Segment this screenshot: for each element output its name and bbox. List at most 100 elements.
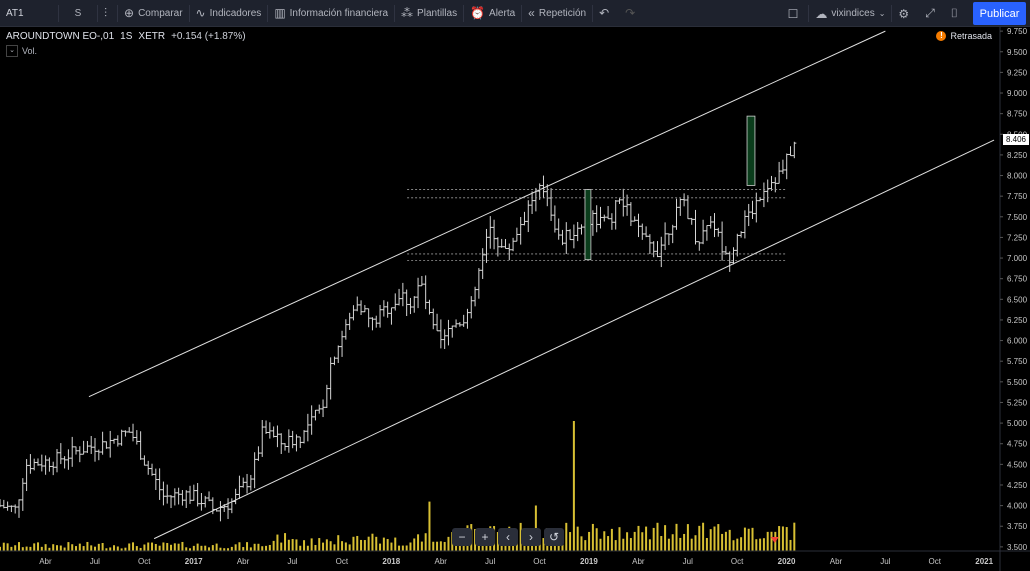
snapshot-button[interactable]: ⌷ [945, 0, 968, 27]
publish-button[interactable]: Publicar [973, 2, 1026, 25]
volume-bar [360, 539, 363, 551]
price-tick-label: 4.750 [1007, 440, 1028, 449]
volume-bar [572, 421, 575, 551]
volume-bar [743, 527, 746, 551]
upper-channel-line [88, 30, 886, 398]
volume-bar [363, 540, 366, 551]
settings-button[interactable]: ⚙ [892, 0, 919, 27]
gear-icon: ⚙ [898, 6, 910, 21]
volume-bar [192, 545, 195, 551]
time-tick-label: Abr [434, 557, 447, 566]
last-price-tag: 8.406 [1003, 134, 1029, 145]
time-axis[interactable]: Abr Jul Oct 2017 Abr Jul Oct 2018 Abr Jul Oct 2019 A… [0, 550, 1030, 566]
replay-icon: « [528, 6, 535, 20]
volume-bar [337, 535, 340, 551]
time-tick-label: 2021 [975, 557, 993, 566]
compare-button[interactable]: ⊕ Comparar [118, 0, 189, 27]
alert-button[interactable]: ⏰ Alerta [464, 0, 521, 27]
price-tick-label: 5.250 [1007, 398, 1028, 407]
indicators-button[interactable]: ∿ Indicadores [190, 0, 268, 27]
scroll-right-button[interactable]: › [521, 528, 541, 546]
expand-button[interactable]: ⤢ [919, 0, 945, 27]
volume-bar [14, 545, 17, 551]
volume-bar [265, 545, 268, 551]
volume-bar [705, 537, 708, 551]
chevron-down-icon[interactable]: ⌄ [6, 45, 18, 57]
templates-button[interactable]: ⁂ Plantillas [395, 0, 463, 27]
layout-selector[interactable]: ☁ vixindices ⌄ [809, 0, 891, 27]
replay-button[interactable]: «Repetición [522, 0, 592, 27]
volume-bar [671, 534, 674, 551]
time-tick-label: 2020 [778, 557, 796, 566]
time-tick-label: Jul [683, 557, 693, 566]
legend-interval: 1S [120, 31, 133, 42]
price-tick-label: 3.750 [1007, 522, 1028, 531]
price-tick-label: 7.500 [1007, 213, 1028, 222]
volume-bar [736, 538, 739, 551]
financials-button[interactable]: ▥ Información financiera [268, 0, 394, 27]
volume-bar [420, 541, 423, 551]
volume-bar [52, 544, 55, 551]
interval-button[interactable]: S [59, 0, 97, 27]
price-chart[interactable]: 9.7509.5009.2509.0008.7508.5008.2508.000… [0, 27, 1030, 571]
drawings [88, 30, 995, 543]
volume-bar [607, 536, 610, 551]
financials-icon: ▥ [274, 6, 286, 20]
delayed-data-badge[interactable]: ! Retrasada [936, 31, 992, 41]
volume-bar [390, 542, 393, 551]
volume-bar [341, 541, 344, 551]
volume-bar [698, 525, 701, 551]
volume-bar [215, 543, 218, 551]
volume-bar [310, 538, 313, 551]
volume-bar [314, 544, 317, 551]
volume-bar [409, 542, 412, 551]
zoom-out-button[interactable]: − [452, 528, 472, 546]
volume-bar [90, 545, 93, 551]
volume-bar [648, 539, 651, 551]
volume-bar [348, 544, 351, 551]
volume-bar [382, 537, 385, 551]
reset-chart-button[interactable]: ↺ [544, 528, 564, 546]
volume-bar [158, 545, 161, 551]
time-tick-label: Jul [287, 557, 297, 566]
volume-bar [67, 542, 70, 551]
volume-bar [10, 546, 13, 551]
volume-bar [386, 539, 389, 551]
volume-bar [751, 527, 754, 551]
volume-bar [272, 540, 275, 551]
volume-bar [44, 544, 47, 551]
volume-bar [18, 542, 21, 551]
chart-style-button[interactable]: ⫶ [98, 0, 117, 27]
volume-bar [154, 543, 157, 551]
redo-button[interactable]: ↷ [619, 0, 645, 27]
symbol-search[interactable]: AT1 [0, 0, 58, 27]
price-tick-label: 5.500 [1007, 378, 1028, 387]
volume-bar [740, 537, 743, 551]
volume-bar [759, 538, 762, 551]
top-toolbar: AT1 S ⫶ ⊕ Comparar ∿ Indicadores ▥ Informac… [0, 0, 1030, 27]
volume-bar [447, 536, 450, 551]
volume-bar [728, 529, 731, 551]
volume-bar [793, 522, 796, 551]
volume-legend[interactable]: ⌄ Vol. [6, 45, 37, 57]
symbol-text: AT1 [6, 7, 24, 19]
price-axis[interactable]: 9.7509.5009.2509.0008.7508.5008.2508.000… [999, 27, 1028, 571]
volume-bar [21, 547, 24, 551]
zoom-in-button[interactable]: + [475, 528, 495, 546]
replay-label: Repetición [538, 7, 587, 19]
cloud-icon: ☁ [815, 6, 828, 21]
undo-button[interactable]: ↶ [593, 0, 619, 27]
compare-label: Comparar [138, 7, 183, 19]
volume-bar [37, 542, 40, 551]
price-tick-label: 9.000 [1007, 89, 1028, 98]
right-toolbar: ☐ ☁ vixindices ⌄ ⚙ ⤢ ⌷ [782, 0, 968, 27]
volume-bar [781, 526, 784, 551]
volume-bar [170, 544, 173, 551]
time-tick-label: Oct [533, 557, 546, 566]
fullscreen-toggle[interactable]: ☐ [782, 0, 809, 27]
volume-bar [113, 545, 116, 551]
volume-bar [116, 546, 119, 551]
scroll-left-button[interactable]: ‹ [498, 528, 518, 546]
volume-bar [618, 527, 621, 551]
volume-bar [132, 542, 135, 551]
